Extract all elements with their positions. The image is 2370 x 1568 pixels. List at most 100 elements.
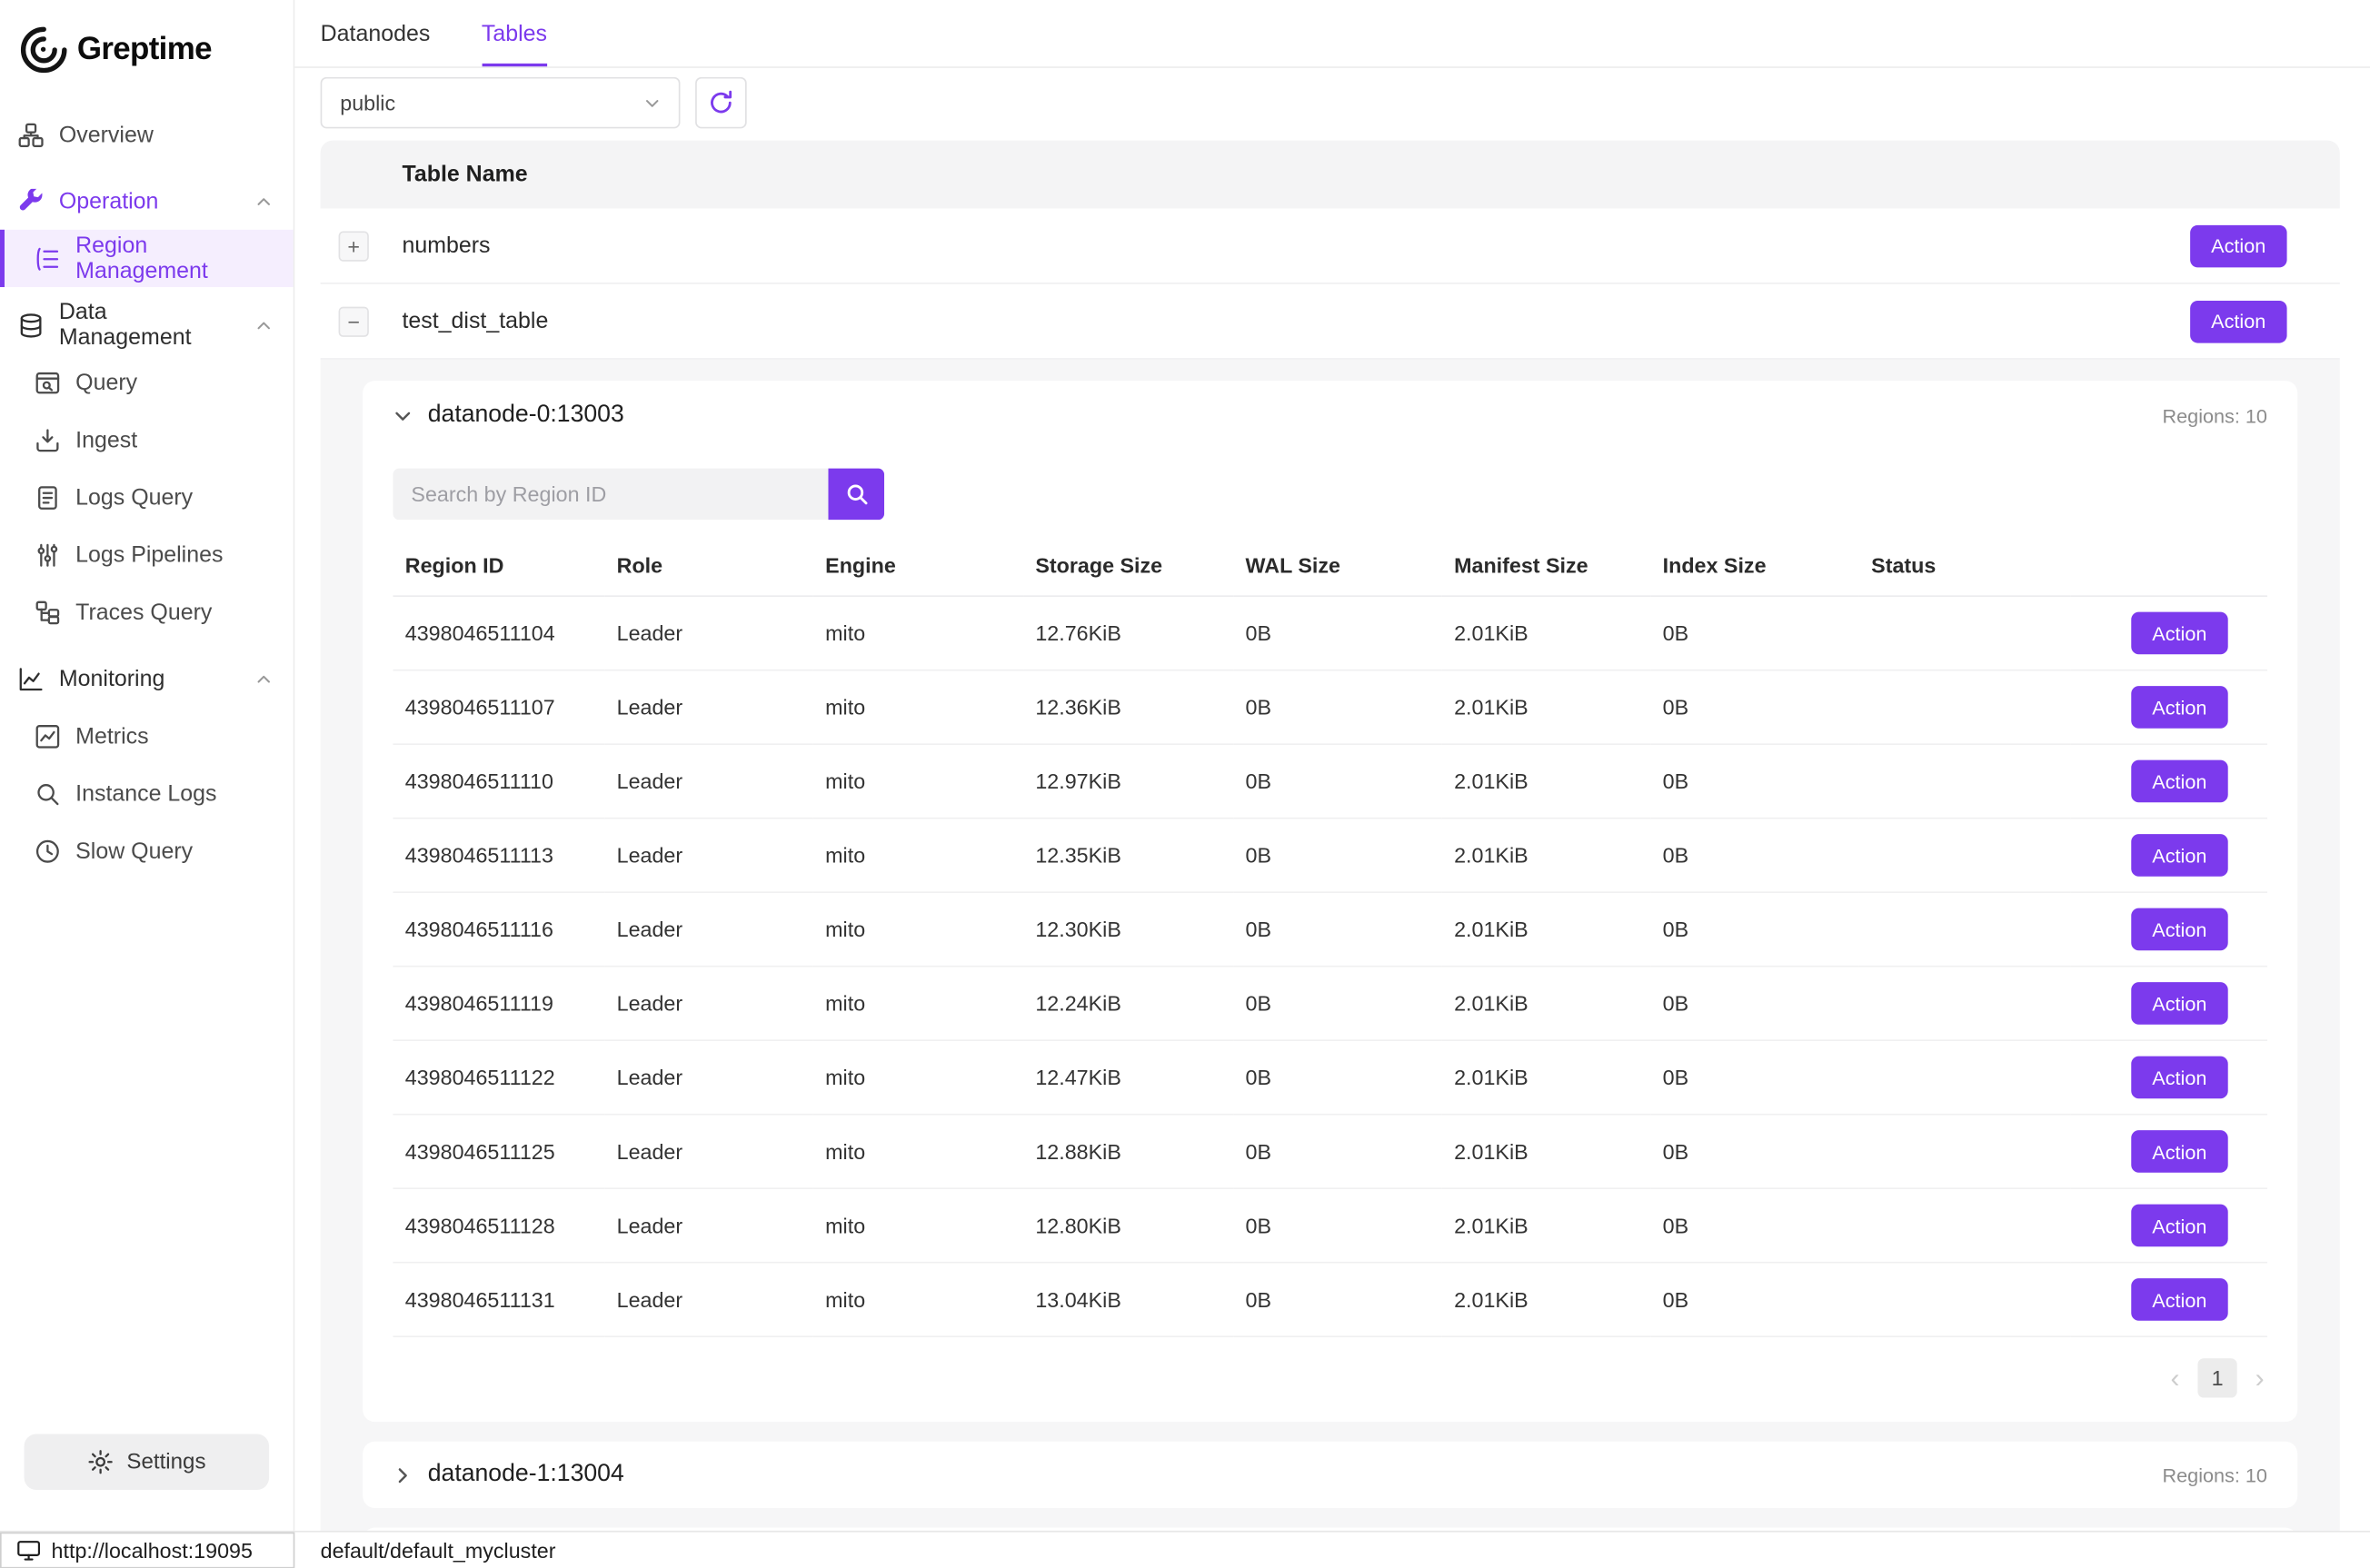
- sidebar-item-metrics[interactable]: Metrics: [0, 707, 294, 764]
- status-cell: [1859, 967, 2071, 1041]
- region-id-cell: 4398046511116: [393, 892, 604, 967]
- storage-size-cell: 13.04KiB: [1023, 1263, 1233, 1337]
- page-number[interactable]: 1: [2197, 1358, 2236, 1397]
- wal-size-cell: 0B: [1233, 892, 1442, 967]
- wal-size-cell: 0B: [1233, 1263, 1442, 1337]
- storage-size-cell: 12.30KiB: [1023, 892, 1233, 967]
- index-size-cell: 0B: [1650, 1040, 1859, 1115]
- region-search-input[interactable]: [393, 469, 828, 521]
- status-cell: [1859, 1115, 2071, 1189]
- table-action-button[interactable]: Action: [2190, 224, 2287, 267]
- tab-datanodes[interactable]: Datanodes: [321, 0, 431, 66]
- database-icon: [18, 312, 44, 337]
- region-action-button[interactable]: Action: [2131, 1205, 2228, 1247]
- region-action-button[interactable]: Action: [2131, 760, 2228, 803]
- region-action-button[interactable]: Action: [2131, 982, 2228, 1025]
- sidebar-item-region-management[interactable]: Region Management: [0, 230, 294, 287]
- table-row: 4398046511131 Leader mito 13.04KiB 0B 2.…: [393, 1263, 2266, 1337]
- sidebar-item-logs-pipelines[interactable]: Logs Pipelines: [0, 526, 294, 583]
- wal-size-cell: 0B: [1233, 967, 1442, 1041]
- index-size-cell: 0B: [1650, 1188, 1859, 1263]
- wal-size-cell: 0B: [1233, 744, 1442, 819]
- column-header-storage-size: Storage Size: [1023, 535, 1233, 596]
- wal-size-cell: 0B: [1233, 596, 1442, 670]
- expand-plus-button[interactable]: +: [339, 231, 369, 261]
- collapse-minus-button[interactable]: −: [339, 306, 369, 336]
- manifest-size-cell: 2.01KiB: [1442, 1188, 1651, 1263]
- search-button[interactable]: [828, 469, 884, 521]
- database-select[interactable]: public: [321, 77, 681, 129]
- action-cell: Action: [2071, 744, 2267, 819]
- status-cell: [1859, 1040, 2071, 1115]
- brand-logo[interactable]: Greptime: [0, 0, 294, 84]
- status-cell: [1859, 596, 2071, 670]
- table-action-button[interactable]: Action: [2190, 300, 2287, 342]
- datanode-header[interactable]: datanode-0:13003 Regions: 10: [393, 381, 2266, 451]
- sidebar-item-instance-logs[interactable]: Instance Logs: [0, 765, 294, 822]
- next-page-icon[interactable]: ›: [2255, 1365, 2265, 1392]
- sidebar-item-traces-query[interactable]: Traces Query: [0, 583, 294, 640]
- storage-size-cell: 12.36KiB: [1023, 670, 1233, 745]
- wal-size-cell: 0B: [1233, 819, 1442, 893]
- sidebar-item-overview[interactable]: Overview: [0, 105, 294, 163]
- status-cell: [1859, 1188, 2071, 1263]
- role-cell: Leader: [604, 967, 813, 1041]
- region-action-button[interactable]: Action: [2131, 686, 2228, 729]
- status-bar: http://localhost:19095 default/default_m…: [0, 1531, 2370, 1568]
- sidebar-item-slow-query[interactable]: Slow Query: [0, 822, 294, 879]
- action-cell: Action: [2071, 1263, 2267, 1337]
- table-name: test_dist_table: [402, 308, 2189, 333]
- sidebar-section-monitoring[interactable]: Monitoring: [0, 650, 294, 707]
- index-size-cell: 0B: [1650, 670, 1859, 745]
- column-header-role: Role: [604, 535, 813, 596]
- sidebar-item-label: Logs Query: [75, 484, 193, 510]
- region-id-cell: 4398046511125: [393, 1115, 604, 1189]
- sidebar-item-logs-query[interactable]: Logs Query: [0, 469, 294, 526]
- pagination: ‹ 1 ›: [393, 1337, 2266, 1410]
- storage-size-cell: 12.76KiB: [1023, 596, 1233, 670]
- datanode-name: datanode-1:13004: [428, 1461, 624, 1488]
- column-header-engine: Engine: [813, 535, 1023, 596]
- prev-page-icon[interactable]: ‹: [2170, 1365, 2179, 1392]
- engine-cell: mito: [813, 819, 1023, 893]
- settings-button[interactable]: Settings: [25, 1434, 269, 1490]
- table-row: 4398046511107 Leader mito 12.36KiB 0B 2.…: [393, 670, 2266, 745]
- sidebar-item-ingest[interactable]: Ingest: [0, 411, 294, 468]
- manifest-size-cell: 2.01KiB: [1442, 1040, 1651, 1115]
- table-row: 4398046511119 Leader mito 12.24KiB 0B 2.…: [393, 967, 2266, 1041]
- region-action-button[interactable]: Action: [2131, 1130, 2228, 1173]
- sidebar-item-label: Overview: [59, 122, 154, 147]
- datanode-header[interactable]: datanode-1:13004 Regions: 10: [363, 1442, 2297, 1508]
- region-action-button[interactable]: Action: [2131, 1278, 2228, 1321]
- index-size-cell: 0B: [1650, 744, 1859, 819]
- refresh-icon: [707, 89, 734, 116]
- sidebar-item-query[interactable]: Query: [0, 353, 294, 411]
- role-cell: Leader: [604, 744, 813, 819]
- sidebar-item-label: Slow Query: [75, 838, 193, 863]
- region-action-button[interactable]: Action: [2131, 908, 2228, 951]
- manifest-size-cell: 2.01KiB: [1442, 892, 1651, 967]
- index-size-cell: 0B: [1650, 967, 1859, 1041]
- region-action-button[interactable]: Action: [2131, 612, 2228, 655]
- action-cell: Action: [2071, 1188, 2267, 1263]
- action-cell: Action: [2071, 892, 2267, 967]
- host-monitor-icon: [16, 1538, 41, 1563]
- wal-size-cell: 0B: [1233, 1115, 1442, 1189]
- manifest-size-cell: 2.01KiB: [1442, 670, 1651, 745]
- sidebar-section-data-management[interactable]: Data Management: [0, 296, 294, 353]
- role-cell: Leader: [604, 1263, 813, 1337]
- manifest-size-cell: 2.01KiB: [1442, 1115, 1651, 1189]
- sidebar-section-operation[interactable]: Operation: [0, 173, 294, 230]
- wal-size-cell: 0B: [1233, 1040, 1442, 1115]
- region-action-button[interactable]: Action: [2131, 1057, 2228, 1099]
- connection-url-box[interactable]: http://localhost:19095: [0, 1533, 294, 1568]
- region-id-cell: 4398046511119: [393, 967, 604, 1041]
- region-action-button[interactable]: Action: [2131, 834, 2228, 877]
- sidebar-item-label: Query: [75, 370, 137, 395]
- column-header-action: [2071, 535, 2267, 596]
- database-select-value: public: [340, 91, 395, 115]
- refresh-button[interactable]: [695, 77, 747, 129]
- tab-tables[interactable]: Tables: [482, 0, 547, 66]
- sidebar-item-label: Region Management: [75, 233, 272, 284]
- slow-query-clock-icon: [35, 838, 60, 863]
